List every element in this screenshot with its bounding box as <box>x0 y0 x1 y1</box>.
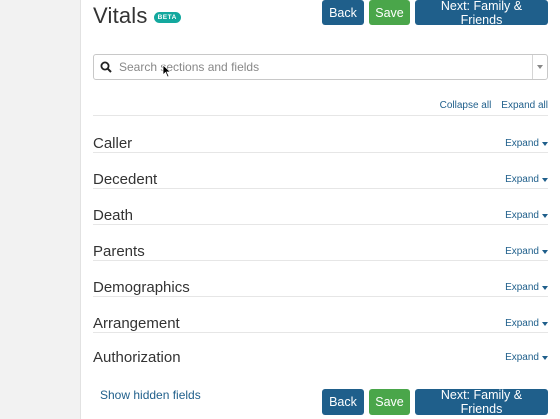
mouse-cursor-icon <box>162 64 172 83</box>
expand-death-link[interactable]: Expand <box>505 210 548 221</box>
expand-arrangement-link[interactable]: Expand <box>505 318 548 329</box>
chevron-down-icon <box>537 65 543 69</box>
expand-demographics-link[interactable]: Expand <box>505 282 548 293</box>
caret-down-icon <box>542 177 548 182</box>
collapse-expand-controls: Collapse all Expand all <box>440 100 548 111</box>
expand-caller-link[interactable]: Expand <box>505 138 548 149</box>
section-death: Death Expand <box>93 188 548 225</box>
footer-next-family-friends-button[interactable]: Next: Family & Friends <box>415 388 548 416</box>
caret-down-icon <box>542 355 548 360</box>
caret-down-icon <box>542 141 548 146</box>
caret-down-icon <box>542 249 548 254</box>
show-hidden-fields-link[interactable]: Show hidden fields <box>100 388 201 402</box>
section-authorization: Authorization Expand <box>93 330 548 366</box>
search-icon <box>94 55 118 79</box>
page-header: Vitals BETA <box>93 3 181 29</box>
section-title: Parents <box>93 243 145 260</box>
collapse-all-link[interactable]: Collapse all <box>440 100 492 111</box>
left-sidebar <box>0 0 81 419</box>
section-parents: Parents Expand <box>93 224 548 261</box>
expand-decedent-link[interactable]: Expand <box>505 174 548 185</box>
save-button[interactable]: Save <box>369 0 410 25</box>
caret-down-icon <box>542 213 548 218</box>
caret-down-icon <box>542 321 548 326</box>
section-title: Demographics <box>93 279 190 296</box>
section-decedent: Decedent Expand <box>93 152 548 189</box>
beta-badge: BETA <box>153 12 181 23</box>
footer-back-button[interactable]: Back <box>322 389 364 415</box>
expand-authorization-link[interactable]: Expand <box>505 352 548 363</box>
search-input[interactable] <box>118 56 532 78</box>
expand-parents-link[interactable]: Expand <box>505 246 548 257</box>
page-title: Vitals <box>93 3 148 28</box>
back-button[interactable]: Back <box>322 0 364 25</box>
search-dropdown-toggle[interactable] <box>532 55 547 79</box>
section-title: Death <box>93 207 134 224</box>
section-title: Caller <box>93 135 133 152</box>
caret-down-icon <box>542 285 548 290</box>
next-family-friends-button[interactable]: Next: Family & Friends <box>415 0 548 27</box>
section-title: Authorization <box>93 349 181 366</box>
section-caller: Caller Expand <box>93 116 548 153</box>
section-title: Decedent <box>93 171 158 188</box>
section-demographics: Demographics Expand <box>93 260 548 297</box>
main-content: Vitals BETA Back Save Next: Family & Fri… <box>81 0 560 419</box>
footer-save-button[interactable]: Save <box>369 389 410 415</box>
expand-all-link[interactable]: Expand all <box>501 100 548 111</box>
section-arrangement: Arrangement Expand <box>93 296 548 333</box>
